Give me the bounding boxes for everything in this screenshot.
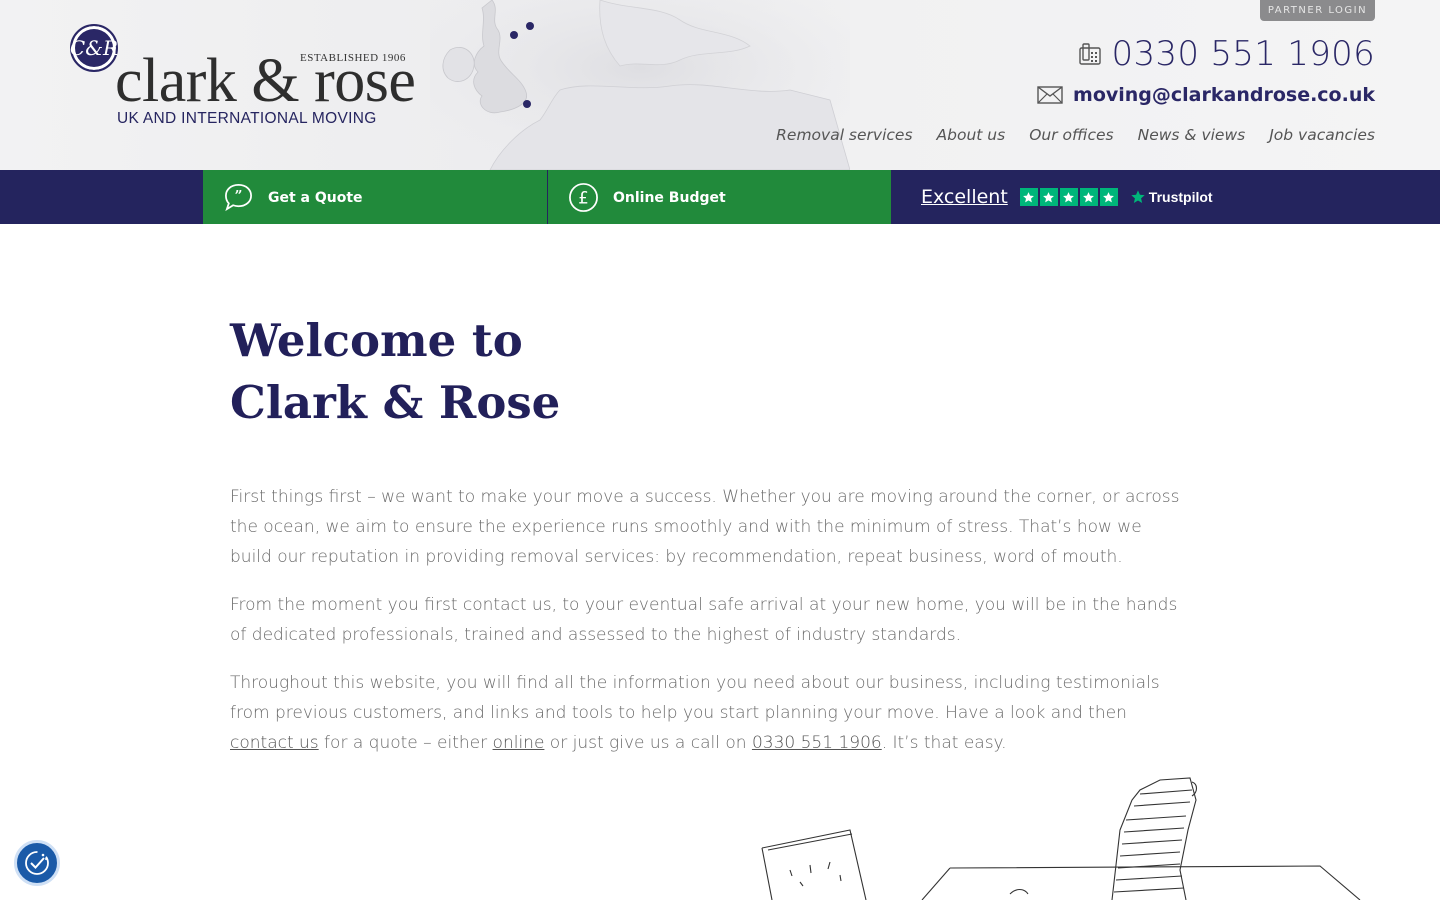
star-icon — [1039, 188, 1058, 206]
star-icon — [1079, 188, 1098, 206]
trustpilot-widget[interactable]: Excellent Trustpilot — [921, 184, 1213, 210]
page-title: Welcome to Clark & Rose — [230, 310, 830, 434]
phone-link[interactable]: 0330 551 1906 — [752, 733, 882, 753]
cookie-settings-button[interactable] — [14, 840, 60, 886]
trustpilot-stars — [1019, 188, 1118, 206]
svg-text:”: ” — [235, 188, 243, 204]
trustpilot-brand: Trustpilot — [1130, 189, 1213, 205]
page-title-line-1: Welcome to — [230, 314, 523, 367]
star-icon — [1019, 188, 1038, 206]
star-icon — [1099, 188, 1118, 206]
contact-us-link[interactable]: contact us — [230, 733, 319, 753]
header-phone[interactable]: 0330 551 1906 — [1078, 34, 1375, 74]
intro-text: First things first – we want to make you… — [230, 482, 1180, 776]
page-title-line-2: Clark & Rose — [230, 376, 561, 429]
main-nav: Removal services About us Our offices Ne… — [776, 126, 1375, 144]
nav-item-news-views[interactable]: News & views — [1138, 126, 1246, 144]
action-bar: ” Get a Quote £ Online Budget Excellent … — [0, 170, 1440, 224]
nav-item-job-vacancies[interactable]: Job vacancies — [1269, 126, 1375, 144]
speech-bubble-icon: ” — [225, 183, 252, 211]
para3-text-a: Throughout this website, you will find a… — [230, 673, 1160, 723]
intro-paragraph-2: From the moment you first contact us, to… — [230, 595, 1178, 645]
pound-icon: £ — [569, 182, 598, 212]
desk-illustration — [761, 777, 1361, 900]
intro-paragraph-1: First things first – we want to make you… — [230, 487, 1180, 567]
logo-seal: C&R — [70, 24, 118, 72]
para3-text-b: for a quote – either — [318, 733, 493, 753]
company-logo[interactable]: C&R ESTABLISHED 1906 clark & rose UK AND… — [70, 24, 416, 134]
svg-text:£: £ — [578, 188, 588, 207]
online-budget-button[interactable]: £ Online Budget — [548, 170, 891, 224]
nav-item-about-us[interactable]: About us — [937, 126, 1006, 144]
para3-text-c: or just give us a call on — [544, 733, 752, 753]
trustpilot-rating-text[interactable]: Excellent — [921, 186, 1008, 208]
nav-item-our-offices[interactable]: Our offices — [1029, 126, 1113, 144]
header-email[interactable]: moving@clarkandrose.co.uk — [1037, 84, 1375, 106]
site-header: C&R ESTABLISHED 1906 clark & rose UK AND… — [0, 0, 1440, 170]
nav-item-removal-services[interactable]: Removal services — [776, 126, 912, 144]
online-link[interactable]: online — [493, 733, 545, 753]
online-budget-label: Online Budget — [613, 190, 726, 206]
star-icon — [1059, 188, 1078, 206]
trustpilot-star-icon — [1131, 190, 1145, 203]
logo-wordmark: clark & rose — [115, 47, 416, 115]
get-quote-button[interactable]: ” Get a Quote — [203, 170, 547, 224]
email-address[interactable]: moving@clarkandrose.co.uk — [1073, 84, 1375, 106]
europe-map-background — [430, 0, 850, 170]
logo-seal-letters: C&R — [69, 36, 119, 60]
envelope-icon — [1037, 86, 1063, 104]
phone-number[interactable]: 0330 551 1906 — [1112, 34, 1375, 74]
phone-icon — [1078, 43, 1101, 65]
partner-login-button[interactable]: PARTNER LOGIN — [1260, 0, 1375, 21]
trustpilot-brand-label: Trustpilot — [1148, 189, 1213, 205]
get-quote-label: Get a Quote — [268, 190, 363, 206]
intro-paragraph-3: Throughout this website, you will find a… — [230, 668, 1180, 758]
cookie-consent-icon — [25, 851, 49, 875]
para3-text-d: . It’s that easy. — [881, 733, 1007, 753]
logo-tagline: UK AND INTERNATIONAL MOVING — [117, 110, 377, 127]
